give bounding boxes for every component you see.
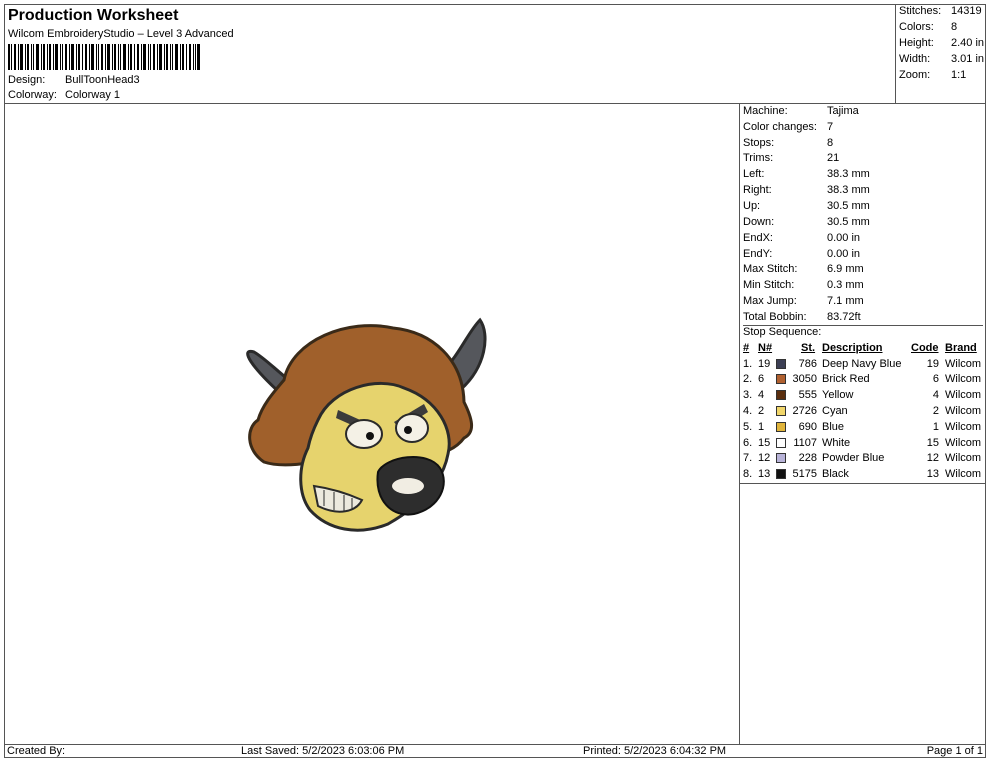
color-swatch bbox=[776, 374, 786, 384]
machine-info-panel: Machine: Tajima Color changes: 7 Stops: 8 T… bbox=[739, 104, 986, 484]
info-max-jump: Max Jump: 7.1 mm bbox=[743, 295, 864, 307]
stat-stitches: Stitches: 14319 bbox=[899, 5, 982, 17]
col-brand: Brand bbox=[945, 342, 977, 354]
info-total-bobbin: Total Bobbin: 83.72ft bbox=[743, 311, 861, 323]
stat-zoom: Zoom: 1:1 bbox=[899, 69, 967, 81]
color-swatch bbox=[776, 359, 786, 369]
printed-date: Printed: 5/2/2023 6:04:32 PM bbox=[583, 745, 727, 757]
stat-height: Height: 2.40 in bbox=[899, 37, 985, 49]
color-swatch bbox=[776, 390, 786, 400]
color-swatch bbox=[776, 453, 786, 463]
panel-divider bbox=[739, 484, 740, 744]
colorway-label: Colorway: bbox=[8, 89, 57, 101]
stop-row: 4. 2 2726 Cyan 2 Wilcom bbox=[743, 405, 982, 417]
stat-width: Width: 3.01 in bbox=[899, 53, 985, 65]
info-right: Right: 38.3 mm bbox=[743, 184, 870, 196]
info-endx: EndX: 0.00 in bbox=[743, 232, 861, 244]
col-code: Code bbox=[911, 342, 939, 354]
colorway-row: Colorway: Colorway 1 bbox=[8, 89, 248, 103]
info-up: Up: 30.5 mm bbox=[743, 200, 870, 212]
last-saved: Last Saved: 5/2/2023 6:03:06 PM bbox=[241, 745, 405, 757]
stop-row: 7. 12 228 Powder Blue 12 Wilcom bbox=[743, 452, 982, 464]
worksheet-header: Production Worksheet Wilcom EmbroiderySt… bbox=[4, 4, 896, 104]
stop-row: 5. 1 690 Blue 1 Wilcom bbox=[743, 421, 982, 433]
col-description: Description bbox=[822, 342, 883, 354]
stop-row: 8. 13 5175 Black 13 Wilcom bbox=[743, 468, 982, 480]
info-endy: EndY: 0.00 in bbox=[743, 248, 861, 260]
info-stops: Stops: 8 bbox=[743, 137, 834, 149]
worksheet-title: Production Worksheet bbox=[8, 7, 179, 24]
color-swatch bbox=[776, 469, 786, 479]
color-swatch bbox=[776, 438, 786, 448]
info-machine: Machine: Tajima bbox=[743, 105, 859, 117]
barcode bbox=[8, 44, 200, 70]
info-max-stitch: Max Stitch: 6.9 mm bbox=[743, 263, 864, 275]
software-name: Wilcom EmbroideryStudio – Level 3 Advanc… bbox=[8, 28, 234, 40]
info-left: Left: 38.3 mm bbox=[743, 168, 870, 180]
stop-row: 3. 4 555 Yellow 4 Wilcom bbox=[743, 389, 982, 401]
stop-row: 1. 19 786 Deep Navy Blue 19 Wilcom bbox=[743, 358, 982, 370]
colorway-value: Colorway 1 bbox=[65, 89, 121, 101]
design-label: Design: bbox=[8, 74, 46, 86]
stop-row: 2. 6 3050 Brick Red 6 Wilcom bbox=[743, 373, 982, 385]
design-value: BullToonHead3 bbox=[65, 74, 140, 86]
design-row: Design: BullToonHead3 bbox=[8, 74, 248, 88]
stop-row: 6. 15 1107 White 15 Wilcom bbox=[743, 437, 982, 449]
info-trims: Trims: 21 bbox=[743, 152, 840, 164]
col-st: St. bbox=[801, 342, 816, 354]
info-down: Down: 30.5 mm bbox=[743, 216, 870, 228]
col-num: # bbox=[743, 342, 750, 354]
info-color-changes: Color changes: 7 bbox=[743, 121, 834, 133]
color-swatch bbox=[776, 406, 786, 416]
embroidery-design-preview bbox=[246, 317, 487, 532]
stat-colors: Colors: 8 bbox=[899, 21, 958, 33]
page-number: Page 1 of 1 bbox=[926, 745, 983, 757]
worksheet-footer: Created By: Last Saved: 5/2/2023 6:03:06… bbox=[4, 744, 986, 758]
col-n: N# bbox=[758, 342, 773, 354]
stats-panel: Stitches: 14319 Colors: 8 Height: 2.40 in W… bbox=[896, 4, 986, 104]
color-swatch bbox=[776, 422, 786, 432]
stop-sequence-title: Stop Sequence: bbox=[743, 325, 983, 340]
info-min-stitch: Min Stitch: 0.3 mm bbox=[743, 279, 864, 291]
created-by: Created By: bbox=[7, 745, 66, 757]
